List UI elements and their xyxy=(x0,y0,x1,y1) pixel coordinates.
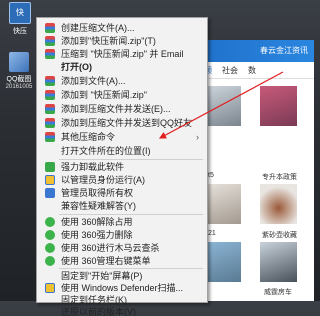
archive-icon xyxy=(45,76,55,86)
archive-icon xyxy=(45,104,55,114)
context-menu: 创建压缩文件(A)... 添加到"快压新闻.zip"(T) 压缩到 "快压新闻.… xyxy=(36,17,208,316)
archive-icon xyxy=(45,118,55,128)
news-caption: t5 xyxy=(208,172,214,179)
menu-item-pin-start[interactable]: 固定到"开始"屏幕(P) xyxy=(37,270,207,282)
archive-icon xyxy=(45,132,55,142)
menu-item-open[interactable]: 打开(O) xyxy=(37,61,207,73)
360-icon xyxy=(45,230,55,240)
menu-item-troubleshoot-compat[interactable]: 兼容性疑难解答(Y) xyxy=(37,200,207,212)
news-caption: 专升本政策 xyxy=(262,174,297,181)
menu-item-run-as-admin[interactable]: 以管理员身份运行(A) xyxy=(37,174,207,186)
menu-item-add-to-file[interactable]: 添加到文件(A)... xyxy=(37,75,207,87)
menu-item-defender-scan[interactable]: 使用 Windows Defender扫描... xyxy=(37,282,207,294)
360-icon xyxy=(45,217,55,227)
menu-separator xyxy=(59,214,203,215)
background-browser-window: 春云金江资讯 频 社会 数 t5 专升本政策 21 紫砂壶收藏 威霆房车 xyxy=(190,40,314,301)
image-file-icon xyxy=(9,52,29,72)
menu-item-add-and-send-qq[interactable]: 添加到压缩文件并发送到QQ好友 xyxy=(37,117,207,129)
news-thumbnail[interactable] xyxy=(260,242,297,282)
desktop-icon-kuaiya[interactable]: 快 快压 xyxy=(3,2,37,36)
menu-item-360-force-delete[interactable]: 使用 360强力删除 xyxy=(37,229,207,241)
news-thumbnail[interactable] xyxy=(204,242,241,282)
menu-item-restore-versions[interactable]: 还原以前的版本(V) xyxy=(37,306,207,316)
shield-icon xyxy=(45,175,55,185)
menu-item-360-unlock[interactable]: 使用 360解除占用 xyxy=(37,216,207,228)
news-thumbnail[interactable] xyxy=(260,86,297,126)
menu-item-force-uninstall[interactable]: 强力卸载此软件 xyxy=(37,161,207,173)
archive-icon xyxy=(45,23,55,33)
archive-icon xyxy=(45,90,55,100)
menu-item-add-and-send[interactable]: 添加到压缩文件并发送(E)... xyxy=(37,103,207,115)
desktop-icon-sublabel: 20161005 xyxy=(5,84,33,90)
menu-item-360-cloud-scan[interactable]: 使用 360进行木马云查杀 xyxy=(37,242,207,254)
browser-title: 春云金江资讯 xyxy=(190,40,314,62)
defender-icon xyxy=(45,283,55,293)
news-caption: 21 xyxy=(208,230,216,237)
menu-item-pin-taskbar[interactable]: 固定到任务栏(K) xyxy=(37,294,207,306)
news-caption: 威霆房车 xyxy=(264,289,292,296)
browser-nav: 频 社会 数 xyxy=(190,62,314,79)
menu-item-add-to-zip[interactable]: 添加到"快压新闻.zip"(T) xyxy=(37,35,207,47)
kuaiya-app-icon: 快 xyxy=(9,2,31,24)
uninstall-icon xyxy=(45,162,55,172)
menu-separator xyxy=(59,268,203,269)
archive-icon xyxy=(45,49,55,59)
360-icon xyxy=(45,256,55,266)
news-caption: 紫砂壶收藏 xyxy=(262,232,297,239)
nav-item[interactable]: 数 xyxy=(248,65,256,76)
menu-separator xyxy=(59,159,203,160)
desktop-icon-label: QQ截图 xyxy=(6,76,32,83)
news-thumbnail[interactable] xyxy=(204,86,241,126)
menu-item-360-context-manage[interactable]: 使用 360管理右键菜单 xyxy=(37,255,207,267)
news-thumbnail[interactable] xyxy=(260,184,297,224)
admin-icon xyxy=(45,188,55,198)
menu-item-take-ownership[interactable]: 管理员取得所有权 xyxy=(37,187,207,199)
desktop-icon-qq-screenshot[interactable]: QQ截图 20161005 xyxy=(2,52,36,90)
desktop-icon-label: 快压 xyxy=(13,28,27,35)
news-thumbnail[interactable] xyxy=(204,184,241,224)
menu-item-create-archive[interactable]: 创建压缩文件(A)... xyxy=(37,22,207,34)
menu-item-add-to-zip-2[interactable]: 添加到 "快压新闻.zip" xyxy=(37,89,207,101)
archive-icon xyxy=(45,36,55,46)
nav-item[interactable]: 社会 xyxy=(222,65,238,76)
360-icon xyxy=(45,243,55,253)
menu-item-compress-email[interactable]: 压缩到 "快压新闻.zip" 并 Email xyxy=(37,48,207,60)
menu-item-other-compress[interactable]: 其他压缩命令 xyxy=(37,131,207,143)
menu-item-open-file-location[interactable]: 打开文件所在的位置(I) xyxy=(37,145,207,157)
